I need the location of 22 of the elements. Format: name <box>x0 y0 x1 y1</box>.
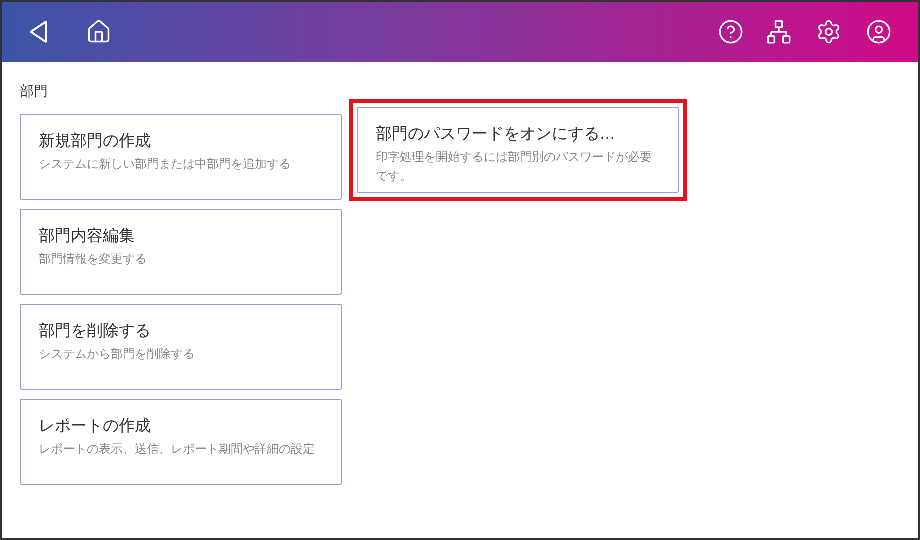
home-icon[interactable] <box>86 19 112 45</box>
card-title: 新規部門の作成 <box>39 130 151 152</box>
menu-card[interactable]: レポートの作成 レポートの表示、送信、レポート期間や詳細の設定 <box>20 399 342 485</box>
menu-card[interactable]: 部門を削除する システムから部門を削除する <box>20 304 342 390</box>
menu-card[interactable]: 部門内容編集 部門情報を変更する <box>20 209 342 295</box>
network-icon[interactable] <box>766 19 792 45</box>
account-icon[interactable] <box>866 19 892 45</box>
settings-icon[interactable] <box>816 19 842 45</box>
menu-card[interactable]: 新規部門の作成 システムに新しい部門または中部門を追加する <box>20 114 342 200</box>
card-title: レポートの作成 <box>39 415 151 437</box>
card-title: 部門を削除する <box>39 320 151 342</box>
section-title: 部門 <box>20 83 49 102</box>
card-title: 部門内容編集 <box>39 225 135 247</box>
menu-card[interactable]: 部門のパスワードをオンにする... 印字処理を開始するには部門別のパスワードが必要です。 <box>357 107 679 193</box>
back-icon[interactable] <box>28 20 50 44</box>
card-description: レポートの表示、送信、レポート期間や詳細の設定 <box>39 441 315 458</box>
card-description: 部門情報を変更する <box>39 251 147 268</box>
help-icon[interactable] <box>718 19 744 45</box>
card-description: 印字処理を開始するには部門別のパスワードが必要です。 <box>376 149 653 185</box>
card-title: 部門のパスワードをオンにする... <box>376 123 616 145</box>
card-description: システムから部門を削除する <box>39 346 195 363</box>
card-description: システムに新しい部門または中部門を追加する <box>39 156 291 173</box>
